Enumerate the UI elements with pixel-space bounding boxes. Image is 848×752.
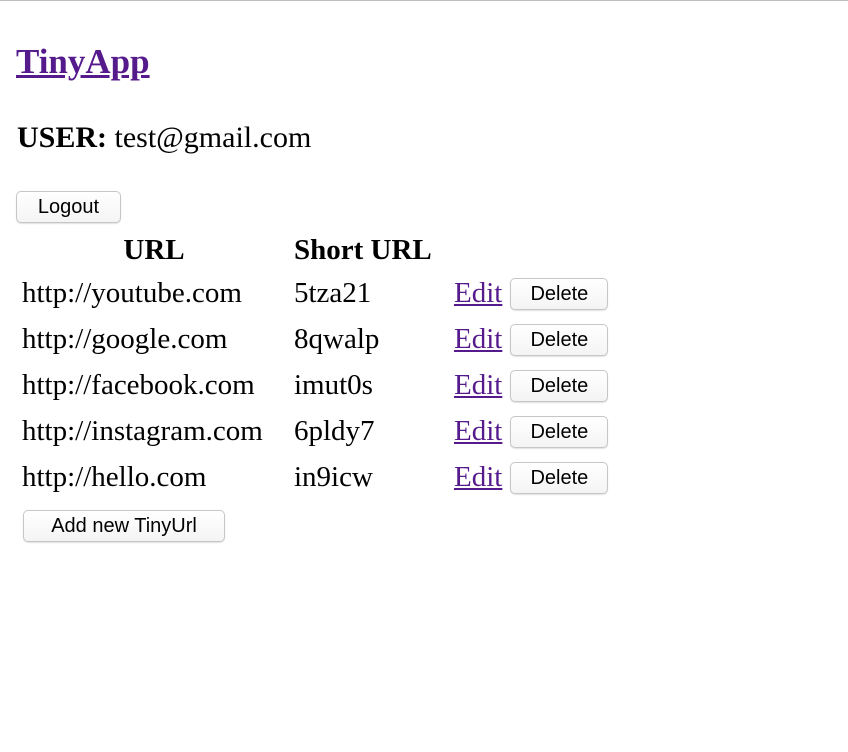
brand-link[interactable]: TinyApp <box>16 42 150 81</box>
column-header-short-url: Short URL <box>294 233 432 266</box>
url-table: URL Short URL http://youtube.com 5tza21 … <box>16 228 630 502</box>
row-actions: Edit Delete <box>452 364 626 406</box>
table-row: http://youtube.com 5tza21 Edit Delete <box>20 272 626 314</box>
user-info: USER: test@gmail.com <box>17 119 311 157</box>
edit-link[interactable]: Edit <box>454 461 502 494</box>
table-header-row: URL Short URL <box>20 232 626 268</box>
delete-button[interactable]: Delete <box>510 461 609 494</box>
user-label: USER: <box>17 121 108 154</box>
row-actions: Edit Delete <box>452 318 626 360</box>
column-header-actions <box>452 232 626 268</box>
short-url-cell: 6pldy7 <box>294 414 375 447</box>
delete-button[interactable]: Delete <box>510 369 609 402</box>
row-actions: Edit Delete <box>452 456 626 498</box>
table-row: http://facebook.com imut0s Edit Delete <box>20 364 626 406</box>
edit-link[interactable]: Edit <box>454 369 502 402</box>
short-url-cell: in9icw <box>294 460 373 493</box>
logout-button[interactable]: Logout <box>16 191 121 223</box>
delete-button[interactable]: Delete <box>510 415 609 448</box>
table-row: http://hello.com in9icw Edit Delete <box>20 456 626 498</box>
edit-link[interactable]: Edit <box>454 277 502 310</box>
user-email: test@gmail.com <box>114 121 312 154</box>
column-header-url: URL <box>123 233 185 266</box>
table-row: http://google.com 8qwalp Edit Delete <box>20 318 626 360</box>
window-top-border <box>0 0 848 1</box>
long-url-cell: http://youtube.com <box>22 276 242 309</box>
add-new-tinyurl-button[interactable]: Add new TinyUrl <box>23 510 225 542</box>
row-actions: Edit Delete <box>452 410 626 452</box>
row-actions: Edit Delete <box>452 272 626 314</box>
delete-button[interactable]: Delete <box>510 277 609 310</box>
short-url-cell: 5tza21 <box>294 276 372 309</box>
table-row: http://instagram.com 6pldy7 Edit Delete <box>20 410 626 452</box>
long-url-cell: http://hello.com <box>22 460 207 493</box>
long-url-cell: http://instagram.com <box>22 414 263 447</box>
short-url-cell: 8qwalp <box>294 322 380 355</box>
edit-link[interactable]: Edit <box>454 415 502 448</box>
long-url-cell: http://google.com <box>22 322 228 355</box>
edit-link[interactable]: Edit <box>454 323 502 356</box>
delete-button[interactable]: Delete <box>510 323 609 356</box>
long-url-cell: http://facebook.com <box>22 368 255 401</box>
app-header: TinyApp <box>16 40 150 84</box>
short-url-cell: imut0s <box>294 368 373 401</box>
